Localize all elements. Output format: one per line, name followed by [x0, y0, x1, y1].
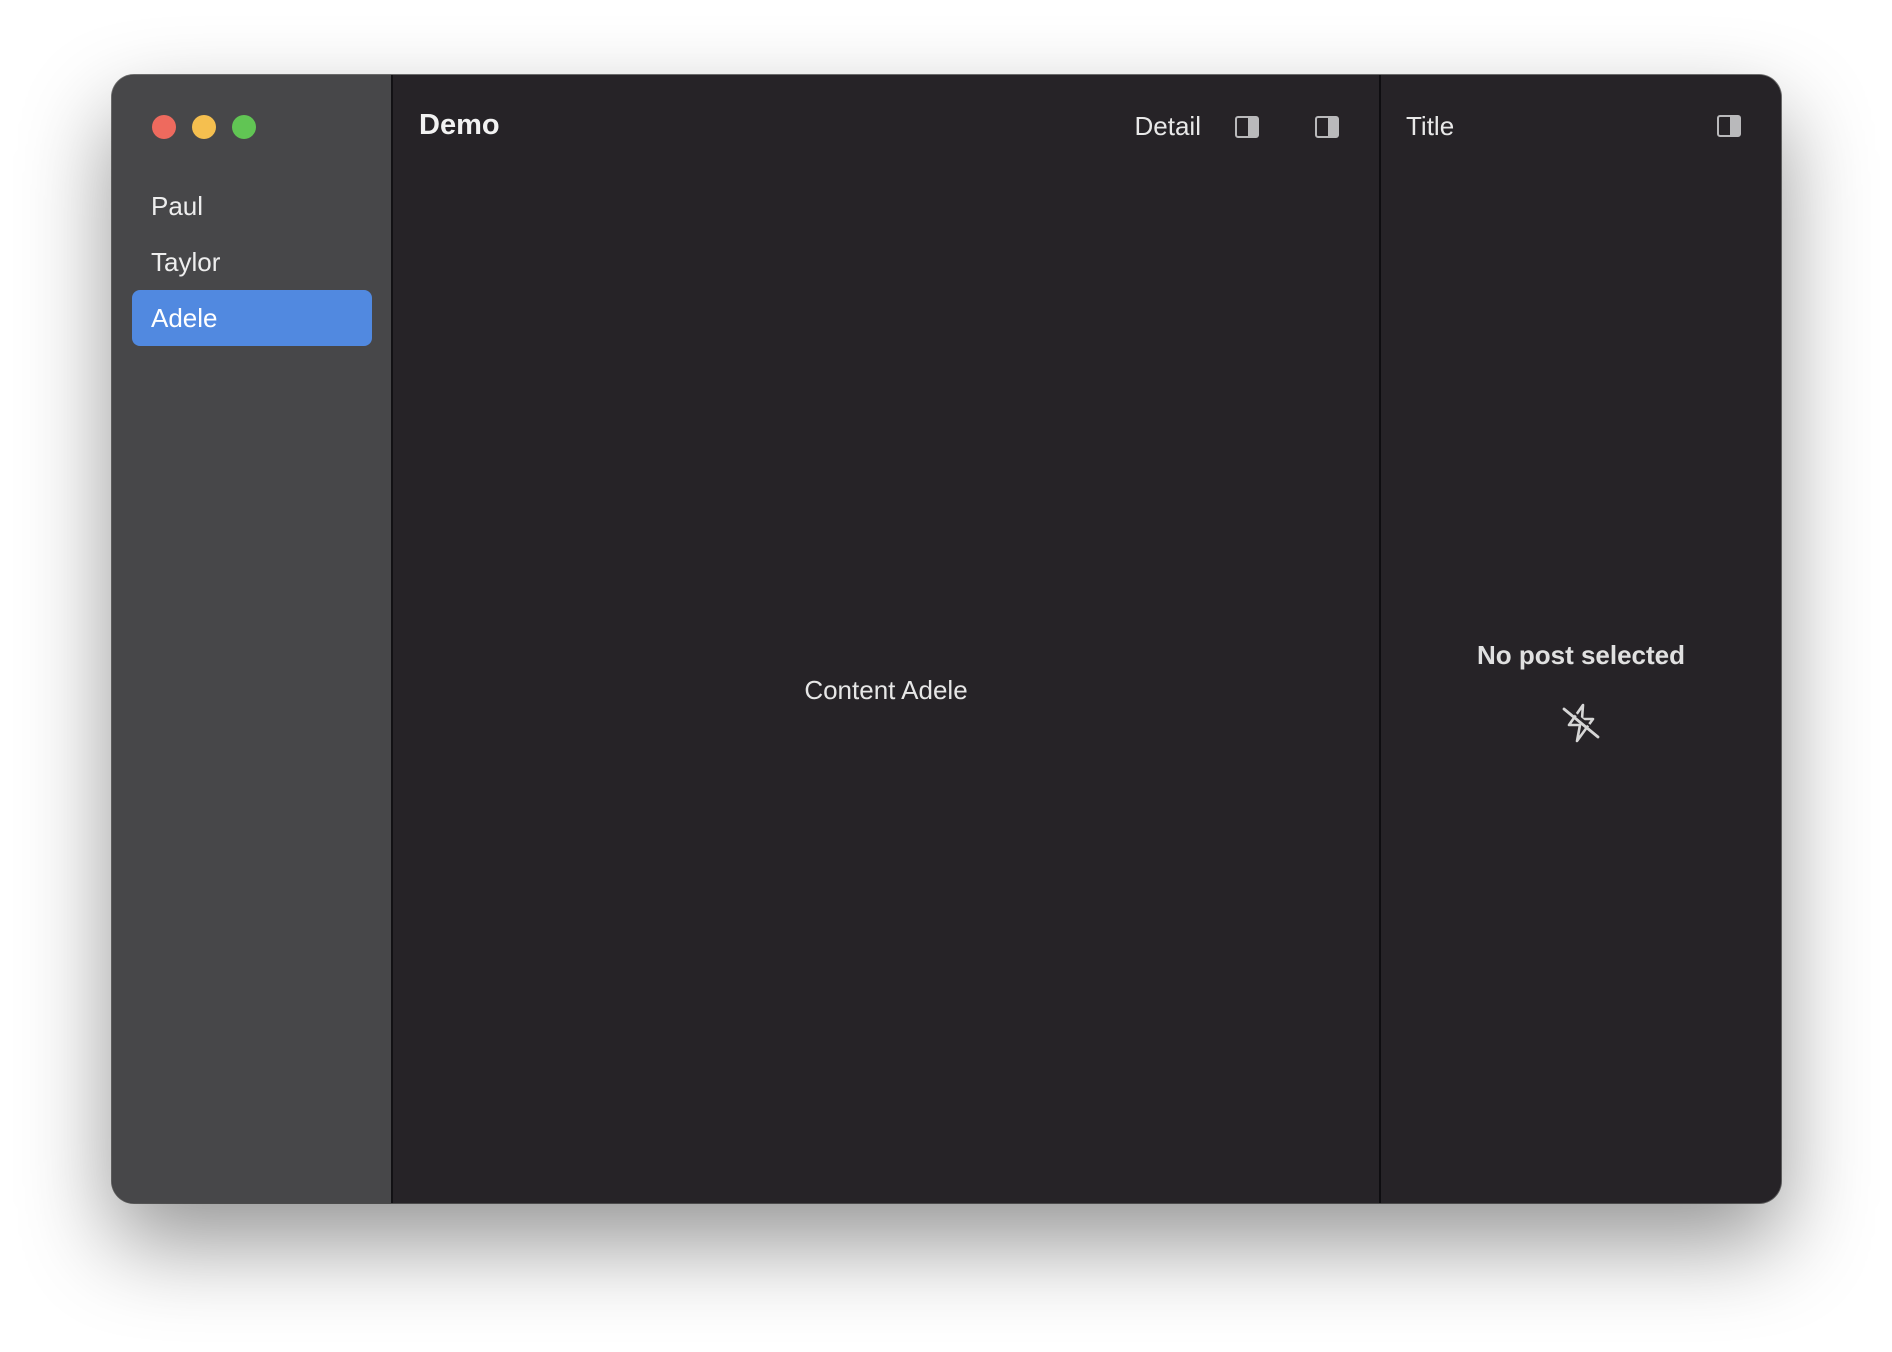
sidebar-item-taylor[interactable]: Taylor: [132, 234, 372, 290]
content-toolbar: Detail: [1135, 111, 1339, 142]
sidebar-item-adele[interactable]: Adele: [132, 290, 372, 346]
sidebar-item-label: Adele: [151, 303, 218, 333]
content-column: Demo Detail Content Adele: [393, 75, 1381, 1203]
empty-state: No post selected: [1381, 640, 1781, 750]
sidebar-right-icon[interactable]: [1717, 115, 1741, 137]
empty-state-text: No post selected: [1476, 640, 1686, 670]
sidebar-right-icon[interactable]: [1315, 115, 1339, 138]
slash-bolt-icon: [1559, 701, 1603, 750]
content-title: Demo: [419, 109, 500, 141]
zoom-window-button[interactable]: [232, 115, 256, 139]
detail-title: Title: [1406, 111, 1455, 141]
traffic-lights: [152, 115, 256, 139]
sidebar-item-paul[interactable]: Paul: [132, 178, 372, 234]
sidebar-item-label: Paul: [151, 191, 204, 221]
close-window-button[interactable]: [152, 115, 176, 139]
sidebar-item-label: Taylor: [151, 247, 221, 277]
content-body-text: Content Adele: [804, 675, 968, 705]
sidebar: Paul Taylor Adele: [112, 75, 393, 1203]
detail-toolbar-label[interactable]: Detail: [1135, 111, 1201, 142]
app-window: Paul Taylor Adele Demo Detail Content Ad…: [112, 75, 1781, 1203]
detail-column: Title No post selected: [1381, 75, 1781, 1203]
sidebar-right-icon[interactable]: [1235, 115, 1259, 138]
sidebar-list: Paul Taylor Adele: [132, 178, 372, 346]
minimize-window-button[interactable]: [192, 115, 216, 139]
